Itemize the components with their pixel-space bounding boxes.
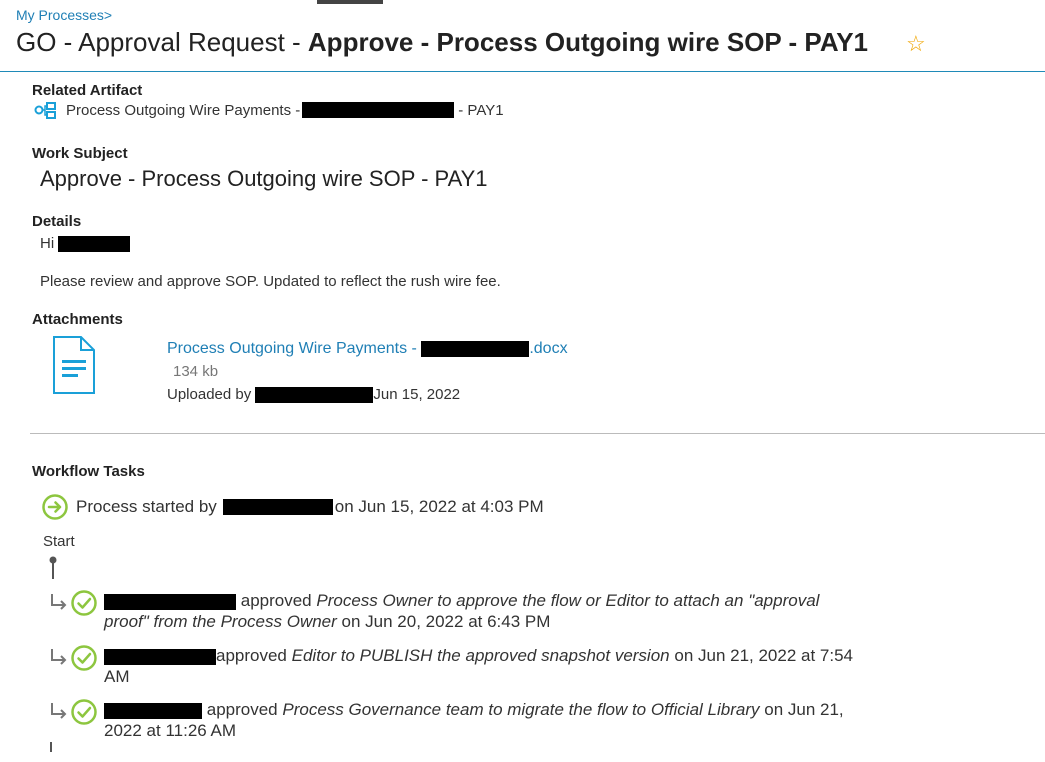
process-started-suffix: on Jun 15, 2022 at 4:03 PM [334,497,544,516]
check-circle-icon [71,645,97,671]
details-body: Please review and approve SOP. Updated t… [40,273,501,290]
redacted-block [222,499,333,515]
workflow-tasks-label: Workflow Tasks [32,463,145,480]
task-time-continued: AM [104,667,130,686]
task-name: Process Governance team to migrate the f… [282,700,760,719]
task-name-continued: proof" from the Process Owner [104,612,337,631]
related-artifact-link[interactable]: Process Outgoing Wire Payments - - PAY1 [34,100,504,120]
breadcrumb[interactable]: My Processes> [16,7,112,23]
redacted-block [58,236,131,253]
details-greeting: Hi [40,235,55,252]
branch-arrow-icon [51,649,67,665]
related-artifact-name-suffix: - PAY1 [458,101,504,119]
uploaded-date: Jun 15, 2022 [373,386,461,403]
branch-arrow-icon [51,703,67,719]
attachment-uploaded: Uploaded by Jun 15, 2022 [167,386,461,404]
section-divider [30,433,1045,434]
redacted-block [104,702,202,719]
attachment-size: 134 kb [173,363,219,380]
check-circle-icon [71,699,97,725]
attachments-label: Attachments [32,311,123,328]
task-verb: approved [206,700,278,719]
process-started-prefix: Process started by [76,497,217,516]
task-name: Editor to PUBLISH the approved snapshot … [291,646,670,665]
work-subject-value: Approve - Process Outgoing wire SOP - PA… [40,166,488,191]
details-greeting-line: Hi [40,235,131,253]
attachment-link[interactable]: Process Outgoing Wire Payments - .docx [167,340,568,358]
uploaded-by-label: Uploaded by [167,386,252,403]
arrow-circle-icon [42,494,68,520]
redacted-block [302,102,455,118]
redacted-block [104,593,236,610]
redacted-block [255,387,374,404]
start-pin-icon [49,556,57,579]
document-icon[interactable] [53,336,95,394]
process-flow-icon [34,102,56,119]
branch-arrow-icon [51,594,67,610]
active-tab-indicator [317,0,383,4]
task-time: on Jun 21, [764,700,844,719]
related-artifact-label: Related Artifact [32,82,143,99]
process-started-row: Process started by on Jun 15, 2022 at 4:… [42,494,544,520]
task-time-continued: 2022 at 11:26 AM [104,721,237,740]
details-label: Details [32,213,82,230]
task-time: on Jun 21, 2022 at 7:54 [674,646,854,665]
task-time: on Jun 20, 2022 at 6:43 PM [341,612,551,631]
task-name: Process Owner to approve the flow or Edi… [316,591,820,610]
page-title: GO - Approval Request - Approve - Proces… [16,27,868,58]
page-title-prefix: GO - Approval Request - [16,27,308,57]
page-title-subject: Approve - Process Outgoing wire SOP - PA… [307,27,869,57]
redacted-block [104,648,216,665]
header-divider [0,71,1045,72]
redacted-block [421,340,530,357]
related-artifact-name-prefix: Process Outgoing Wire Payments - [66,101,301,119]
task-verb: approved [216,646,287,665]
check-circle-icon [71,590,97,616]
timeline-tail [50,742,52,752]
start-label: Start [43,533,75,550]
work-subject-label: Work Subject [32,145,128,162]
star-icon[interactable]: ☆ [906,31,926,57]
attachment-name-prefix: Process Outgoing Wire Payments - [167,340,417,357]
task-verb: approved [240,591,312,610]
attachment-name-suffix: .docx [529,340,568,357]
